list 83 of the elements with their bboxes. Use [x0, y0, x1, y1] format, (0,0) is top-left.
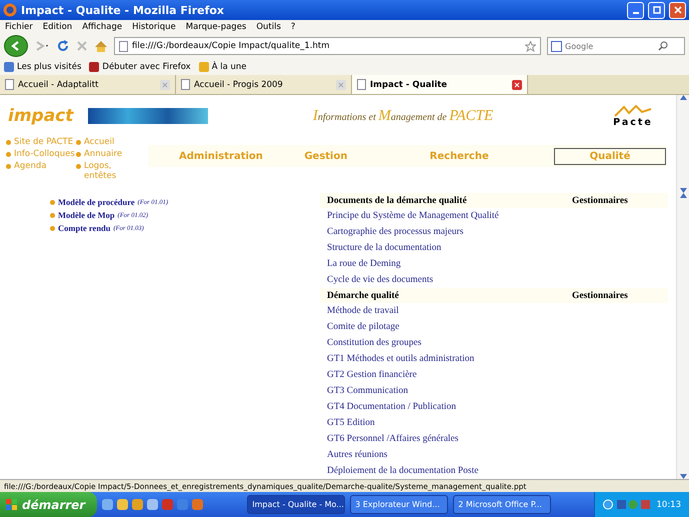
search-box[interactable]: Google: [547, 37, 685, 55]
page-icon: [119, 40, 128, 52]
document-link[interactable]: GT1 Méthodes et outils administration: [320, 351, 668, 367]
menu-item[interactable]: Edition: [42, 22, 72, 32]
stop-icon: [76, 40, 88, 52]
taskbar-button[interactable]: 2 Microsoft Office P...: [453, 495, 552, 514]
quick-launch-icon[interactable]: [117, 499, 128, 510]
maximize-button[interactable]: [648, 2, 665, 18]
section-title: Documents de la démarche qualité: [327, 196, 468, 206]
menu-item[interactable]: Historique: [132, 22, 176, 32]
browser-tab[interactable]: Impact - Qualite: [352, 75, 528, 94]
document-link[interactable]: GT4 Documentation / Publication: [320, 399, 668, 415]
taskbar-button[interactable]: Impact - Qualite - Mo...: [247, 495, 346, 514]
bookmark-icon: [198, 62, 209, 72]
maximize-icon: [652, 6, 660, 14]
document-link[interactable]: GT5 Edition: [320, 415, 668, 431]
bookmark-icon: [89, 62, 100, 72]
document-link[interactable]: Déploiement de la documentation Poste: [320, 463, 668, 479]
menu-item[interactable]: Fichier: [5, 22, 33, 32]
section-title: Démarche qualité: [327, 290, 400, 300]
menu-item[interactable]: Affichage: [82, 22, 122, 32]
page-icon: [181, 79, 190, 90]
column-header: Gestionnaires: [572, 290, 628, 300]
document-link[interactable]: La roue de Deming: [320, 256, 668, 272]
scrollbar[interactable]: [676, 193, 689, 479]
document-link[interactable]: GT2 Gestion financière: [320, 367, 668, 383]
document-link[interactable]: GT6 Personnel /Affaires générales: [320, 431, 668, 447]
quick-launch-icon[interactable]: [192, 499, 204, 510]
scroll-up-arrow-icon[interactable]: [680, 95, 686, 100]
tray-icons-drawing: [602, 499, 652, 510]
home-button[interactable]: [94, 40, 108, 52]
window-title: Impact - Qualite - Mozilla Firefox: [21, 4, 226, 16]
page-icon: [5, 79, 14, 90]
browser-tab[interactable]: Accueil - Progis 2009: [176, 75, 352, 94]
menu-item[interactable]: ?: [290, 22, 296, 32]
quick-launch-icon[interactable]: [102, 499, 114, 510]
page-icon: [357, 79, 366, 90]
scroll-down-arrow-icon[interactable]: [680, 474, 686, 479]
site-logo: impact: [8, 106, 75, 126]
search-icon: [658, 41, 668, 51]
reload-icon: [56, 39, 70, 53]
minimize-button[interactable]: [627, 2, 644, 18]
forward-arrow-icon: [34, 39, 50, 53]
document-link[interactable]: Cartographie des processus majeurs: [320, 224, 668, 240]
back-button[interactable]: [4, 35, 28, 57]
brand-name: Pacte: [613, 116, 653, 128]
document-link[interactable]: Autres réunions: [320, 447, 668, 463]
browser-tab[interactable]: Accueil - Adaptalitt: [0, 75, 176, 94]
reload-button[interactable]: [56, 39, 70, 53]
address-field[interactable]: file:///G:/bordeaux/Copie Impact/qualite_1.htm: [114, 37, 541, 55]
clock: 10:13: [656, 500, 681, 510]
scrollbar[interactable]: [676, 95, 689, 193]
close-tab-icon[interactable]: [512, 80, 522, 90]
google-icon: [551, 40, 562, 52]
document-link[interactable]: Cycle de vie des documents: [320, 272, 668, 288]
site-heading: Informations et Management de PACTE: [312, 108, 494, 124]
forward-button[interactable]: [34, 39, 50, 53]
document-link[interactable]: Constitution des groupes: [320, 335, 668, 351]
home-icon: [94, 40, 108, 52]
column-header: Gestionnaires: [572, 196, 628, 206]
document-link[interactable]: Méthode de travail: [320, 303, 668, 319]
bookmark-icon: [4, 62, 14, 72]
menu-item[interactable]: Outils: [256, 22, 281, 32]
close-icon: [674, 6, 682, 14]
mountain-logo-icon: [614, 104, 652, 116]
close-button[interactable]: [669, 2, 686, 18]
document-link[interactable]: Principe du Système de Management Qualité: [320, 208, 668, 224]
star-icon: [525, 40, 536, 52]
scroll-up-arrow-icon[interactable]: [680, 193, 686, 198]
bookmark-link[interactable]: À la une: [198, 62, 246, 72]
document-link[interactable]: Comite de pilotage: [320, 319, 668, 335]
taskbar-button[interactable]: 3 Explorateur Wind...: [350, 495, 448, 514]
menu-item[interactable]: Marque-pages: [186, 22, 246, 32]
scroll-down-arrow-icon[interactable]: [680, 188, 686, 193]
bookmark-link[interactable]: Débuter avec Firefox: [89, 62, 191, 72]
document-link[interactable]: GT3 Communication: [320, 383, 668, 399]
bookmark-link[interactable]: Les plus visités: [4, 62, 82, 72]
quick-launch-icon[interactable]: [132, 499, 144, 510]
stop-button[interactable]: [76, 40, 88, 52]
windows-logo-icon: [6, 498, 18, 510]
document-link[interactable]: Structure de la documentation: [320, 240, 668, 256]
quick-launch-icon[interactable]: [147, 499, 158, 510]
firefox-icon: [3, 3, 17, 17]
